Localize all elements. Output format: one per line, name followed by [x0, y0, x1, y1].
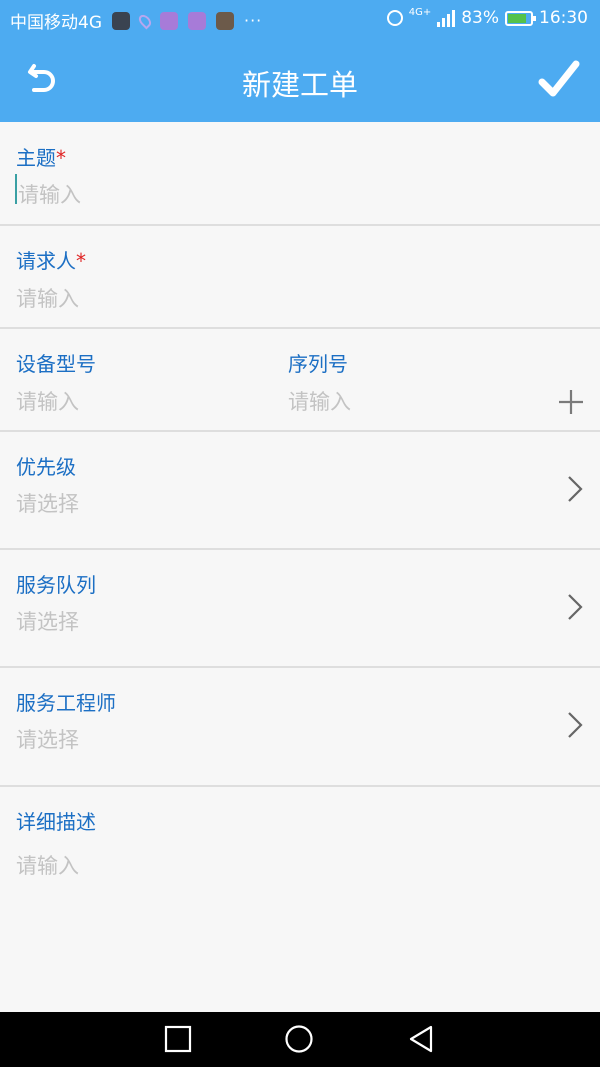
serial-number-label: 序列号	[288, 352, 348, 376]
screen: 中国移动4G ··· 4G+ 83% 16:30 新建工单 主题* 请输入 请求…	[0, 0, 600, 1067]
requester-field[interactable]: 请求人* 请输入	[0, 226, 600, 329]
device-serial-row: 设备型号 请输入 序列号 请输入	[0, 329, 600, 432]
chevron-right-icon	[568, 594, 583, 620]
text-cursor	[15, 174, 17, 204]
subject-label: 主题*	[16, 146, 66, 170]
status-bar-left: 中国移动4G ···	[10, 8, 262, 33]
priority-label: 优先级	[16, 455, 76, 479]
notification-app-icon	[112, 11, 130, 30]
more-notifications-icon: ···	[244, 11, 263, 30]
clock: 16:30	[539, 8, 588, 28]
service-queue-field[interactable]: 服务队列 请选择	[0, 550, 600, 668]
service-queue-select[interactable]: 请选择	[16, 606, 79, 636]
keyboard-notification-icon	[188, 11, 206, 30]
service-engineer-label: 服务工程师	[16, 691, 116, 715]
gallery-notification-icon	[160, 11, 178, 30]
recent-apps-icon[interactable]	[163, 1024, 193, 1054]
app-top-bar: 中国移动4G ··· 4G+ 83% 16:30 新建工单	[0, 0, 600, 122]
status-bar: 中国移动4G ··· 4G+ 83% 16:30	[0, 0, 600, 38]
location-icon	[136, 12, 154, 29]
battery-fill	[508, 13, 526, 23]
device-model-label: 设备型号	[16, 352, 96, 376]
device-model-input[interactable]: 请输入	[16, 386, 79, 416]
battery-percent: 83%	[461, 8, 499, 28]
description-field[interactable]: 详细描述 请输入	[0, 787, 600, 1012]
battery-icon	[505, 10, 536, 26]
requester-input[interactable]: 请输入	[16, 283, 79, 313]
page-title: 新建工单	[241, 68, 358, 102]
network-type: 4G+	[408, 7, 432, 18]
navigation-bar	[0, 1012, 600, 1067]
required-mark: *	[56, 146, 66, 170]
status-bar-right: 4G+ 83% 16:30	[386, 7, 588, 28]
checkmark-icon	[538, 60, 580, 97]
serial-number-input[interactable]: 请输入	[288, 386, 351, 416]
subject-input[interactable]: 请输入	[18, 179, 81, 209]
back-nav-icon[interactable]	[406, 1024, 436, 1054]
service-queue-label: 服务队列	[16, 573, 96, 597]
description-label: 详细描述	[16, 810, 96, 834]
requester-label: 请求人*	[16, 249, 86, 273]
description-textarea[interactable]: 请输入	[16, 850, 79, 880]
subject-field[interactable]: 主题* 请输入	[0, 122, 600, 226]
image-notification-icon	[216, 11, 234, 30]
plus-icon	[559, 390, 583, 414]
signal-icon	[437, 9, 456, 27]
carrier-text: 中国移动4G	[10, 13, 102, 33]
header: 新建工单	[0, 38, 600, 122]
alarm-icon	[386, 10, 403, 26]
chevron-right-icon	[568, 712, 583, 738]
chevron-right-icon	[568, 476, 583, 502]
required-mark: *	[76, 249, 86, 273]
add-button[interactable]	[558, 389, 584, 415]
home-icon[interactable]	[284, 1024, 314, 1054]
priority-field[interactable]: 优先级 请选择	[0, 432, 600, 550]
priority-select[interactable]: 请选择	[16, 488, 79, 518]
confirm-button[interactable]	[534, 56, 582, 104]
service-engineer-select[interactable]: 请选择	[16, 724, 79, 754]
service-engineer-field[interactable]: 服务工程师 请选择	[0, 668, 600, 787]
